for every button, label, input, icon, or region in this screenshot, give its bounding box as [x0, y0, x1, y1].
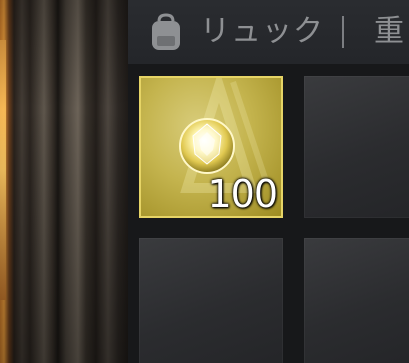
gem-icon: [179, 118, 235, 174]
inventory-header: リュック 重: [128, 0, 409, 64]
inventory-slot-1[interactable]: 100: [139, 76, 283, 218]
tab-divider: [342, 16, 344, 48]
scenery-light: [0, 40, 6, 300]
inventory-slot-4[interactable]: [304, 238, 409, 363]
tab-backpack[interactable]: リュック: [200, 12, 324, 52]
inventory-slot-3[interactable]: [139, 238, 283, 363]
game-screen: リュック 重 100: [0, 0, 409, 363]
inventory-slot-2[interactable]: [304, 76, 409, 218]
background-scenery: [0, 0, 128, 363]
backpack-icon: [152, 13, 180, 50]
tab-next[interactable]: 重: [374, 12, 404, 52]
item-quantity: 100: [207, 172, 278, 216]
